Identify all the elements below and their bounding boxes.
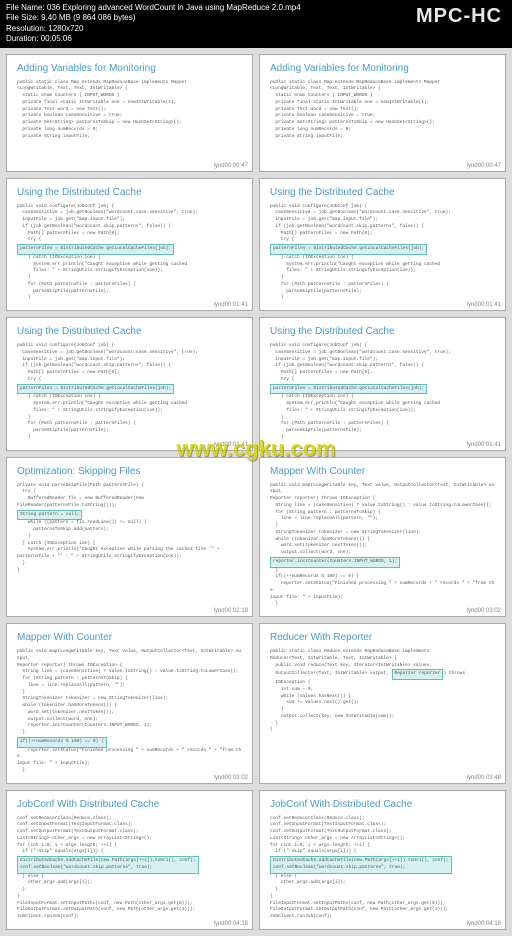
duration: Duration: 00:05:06 — [6, 34, 416, 44]
media-info-text: File Name: 036 Exploring advanced WordCo… — [6, 3, 416, 45]
slide-title: Using the Distributed Cache — [270, 187, 495, 198]
slide-title: Mapper With Counter — [270, 466, 495, 477]
timestamp: lynd00:02:19 — [214, 608, 248, 614]
timestamp: lynd00:04:18 — [214, 921, 248, 927]
filesize: File Size: 9,40 MB (9 864 086 bytes) — [6, 13, 416, 23]
slide-title: JobConf With Distributed Cache — [270, 799, 495, 810]
code-block: public void configure(JobConf job) { cas… — [17, 343, 242, 442]
video-thumbnail[interactable]: Adding Variables for Monitoring public st… — [259, 54, 506, 172]
timestamp: lynd00:03:02 — [467, 608, 501, 614]
timestamp: lynd00:01:41 — [214, 302, 248, 308]
slide-title: Adding Variables for Monitoring — [270, 63, 495, 74]
video-thumbnail[interactable]: JobConf With Distributed Cache conf.setRe… — [6, 790, 253, 930]
timestamp: lynd00:00:47 — [214, 163, 248, 169]
timestamp: lynd00:01:41 — [214, 442, 248, 448]
timestamp: lynd00:00:47 — [467, 163, 501, 169]
video-thumbnail[interactable]: Mapper With Counter public void map(LongW… — [259, 457, 506, 618]
video-thumbnail[interactable]: Using the Distributed Cache public void c… — [6, 178, 253, 312]
video-thumbnail[interactable]: Mapper With Counter public void map(LongW… — [6, 623, 253, 784]
slide-title: Using the Distributed Cache — [270, 326, 495, 337]
code-block: public static class Reduce extends MapRe… — [270, 649, 495, 734]
slide-title: Using the Distributed Cache — [17, 187, 242, 198]
video-thumbnail[interactable]: Reducer With Reporter public static class… — [259, 623, 506, 784]
code-block: public void map(LongWritable key, Text v… — [17, 649, 242, 775]
video-thumbnail[interactable]: Adding Variables for Monitoring public st… — [6, 54, 253, 172]
slide-title: Using the Distributed Cache — [17, 326, 242, 337]
slide-title: JobConf With Distributed Cache — [17, 799, 242, 810]
filename: File Name: 036 Exploring advanced WordCo… — [6, 3, 416, 13]
code-block: public static class Map extends MapReduc… — [270, 80, 495, 141]
code-block: public void configure(JobConf job) { cas… — [270, 343, 495, 442]
resolution: Resolution: 1280x720 — [6, 24, 416, 34]
slide-title: Adding Variables for Monitoring — [17, 63, 242, 74]
slide-title: Reducer With Reporter — [270, 632, 495, 643]
video-thumbnail[interactable]: Using the Distributed Cache public void c… — [259, 178, 506, 312]
timestamp: lynd00:03:02 — [214, 775, 248, 781]
timestamp: lynd00:01:41 — [467, 302, 501, 308]
thumbnail-grid: Adding Variables for Monitoring public st… — [0, 48, 512, 936]
video-thumbnail[interactable]: Optimization: Skipping Files private void… — [6, 457, 253, 618]
timestamp: lynd00:03:48 — [467, 775, 501, 781]
code-block: conf.setReducerClass(Reduce.class); conf… — [270, 816, 495, 921]
timestamp: lynd00:01:41 — [467, 442, 501, 448]
code-block: private void parseSkipFile(Path patterns… — [17, 483, 242, 575]
code-block: public void map(LongWritable key, Text v… — [270, 483, 495, 609]
video-thumbnail[interactable]: Using the Distributed Cache public void c… — [259, 317, 506, 451]
slide-title: Mapper With Counter — [17, 632, 242, 643]
video-thumbnail[interactable]: Using the Distributed Cache public void c… — [6, 317, 253, 451]
code-block: public void configure(JobConf job) { cas… — [17, 204, 242, 303]
app-name: MPC-HC — [416, 3, 506, 29]
video-thumbnail[interactable]: JobConf With Distributed Cache conf.setRe… — [259, 790, 506, 930]
code-block: public static class Map extends MapReduc… — [17, 80, 242, 141]
slide-title: Optimization: Skipping Files — [17, 466, 242, 477]
media-info-header: File Name: 036 Exploring advanced WordCo… — [0, 0, 512, 48]
timestamp: lynd00:04:18 — [467, 921, 501, 927]
code-block: conf.setReducerClass(Reduce.class); conf… — [17, 816, 242, 921]
code-block: public void configure(JobConf job) { cas… — [270, 204, 495, 303]
